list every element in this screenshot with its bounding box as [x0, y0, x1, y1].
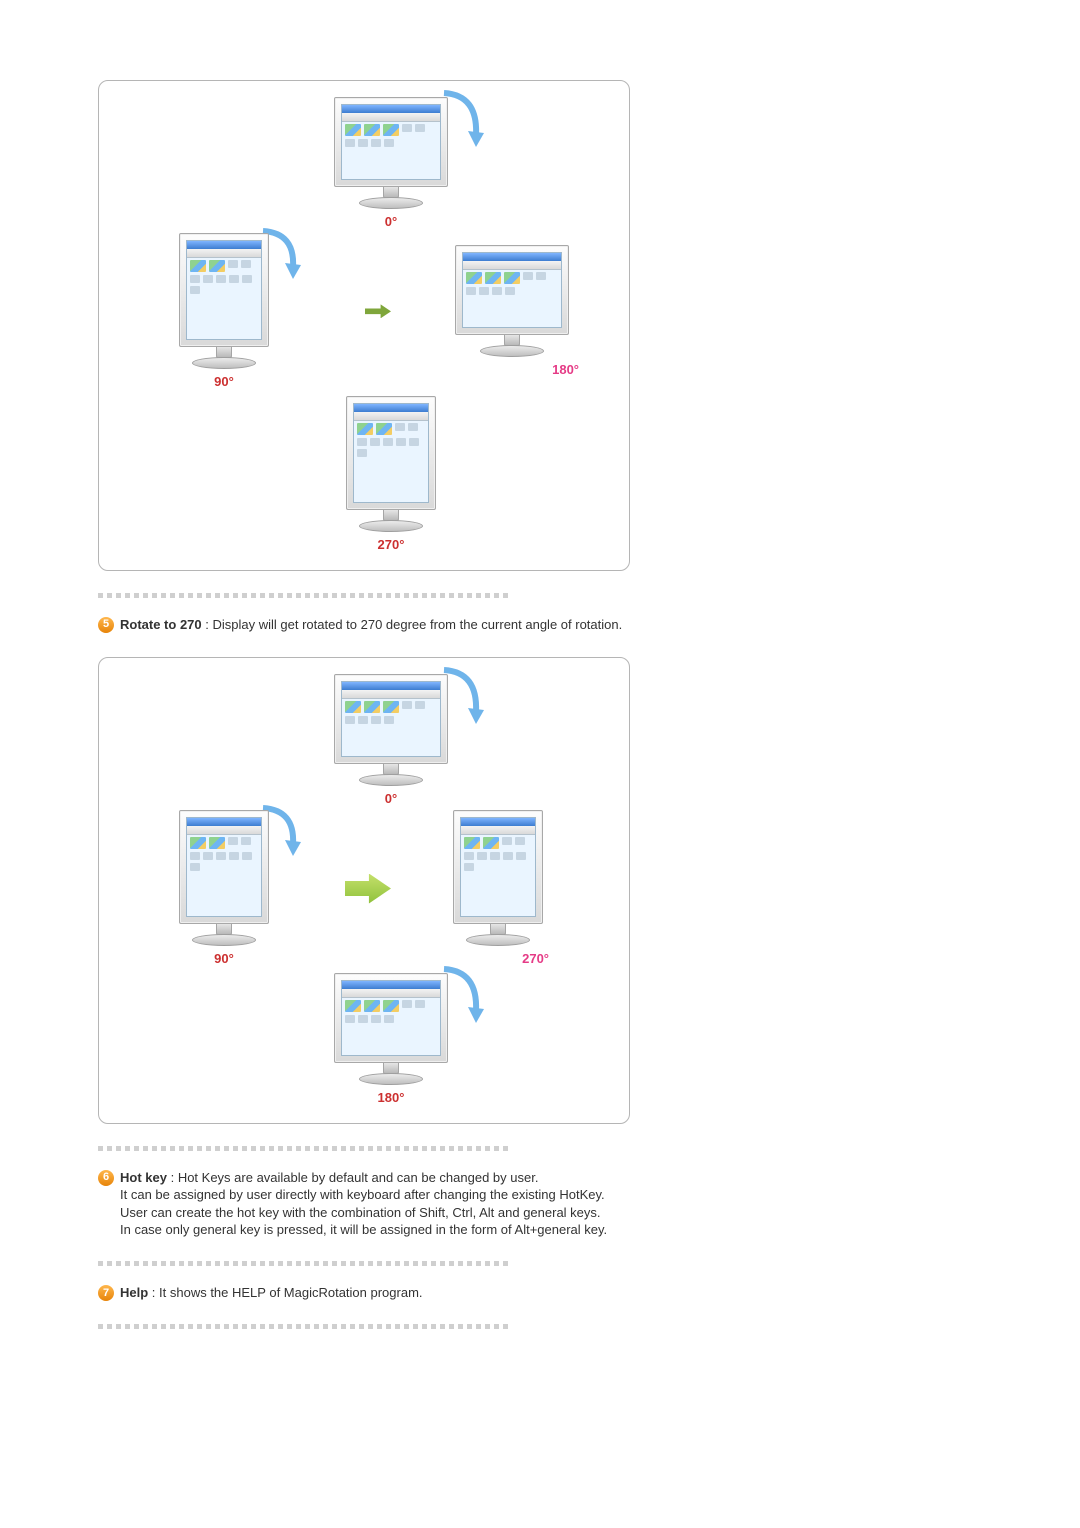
item-6-text: Hot key : Hot Keys are available by defa…	[120, 1169, 982, 1239]
item-6-line2: It can be assigned by user directly with…	[120, 1187, 605, 1202]
monitor-0deg	[334, 97, 448, 209]
angle-label-0: 0°	[385, 790, 397, 808]
angle-label-270: 270°	[378, 536, 405, 554]
document-page: 0° 90°	[0, 0, 1080, 1528]
bullet-number-7: 7	[98, 1285, 114, 1301]
item-7-desc: : It shows the HELP of MagicRotation pro…	[152, 1285, 423, 1300]
figure-rotate-180: 0° 90°	[98, 80, 630, 571]
separator-dots	[98, 1261, 982, 1266]
monitor-0deg	[334, 674, 448, 786]
item-7-text: Help : It shows the HELP of MagicRotatio…	[120, 1284, 982, 1302]
arrow-right-icon	[365, 304, 391, 318]
figure-rotate-270: 0° 90°	[98, 657, 630, 1124]
bullet-number-6: 6	[98, 1170, 114, 1186]
angle-label-90: 90°	[214, 373, 234, 391]
item-6-line4: In case only general key is pressed, it …	[120, 1222, 607, 1237]
monitor-90deg	[179, 233, 269, 369]
monitor-180deg	[334, 973, 448, 1085]
monitor-180deg	[455, 245, 569, 357]
item-5-desc: : Display will get rotated to 270 degree…	[205, 617, 622, 632]
item-5-title: Rotate to 270	[120, 617, 202, 632]
item-6-hot-key: 6 Hot key : Hot Keys are available by de…	[98, 1169, 982, 1239]
separator-dots	[98, 593, 982, 598]
monitor-270deg	[346, 396, 436, 532]
angle-label-180: 180°	[552, 361, 579, 379]
item-6-line1: : Hot Keys are available by default and …	[171, 1170, 539, 1185]
monitor-90deg	[179, 810, 269, 946]
item-7-help: 7 Help : It shows the HELP of MagicRotat…	[98, 1284, 982, 1302]
item-7-title: Help	[120, 1285, 148, 1300]
item-6-title: Hot key	[120, 1170, 167, 1185]
item-6-line3: User can create the hot key with the com…	[120, 1205, 601, 1220]
angle-label-90: 90°	[214, 950, 234, 968]
angle-label-270-result: 270°	[522, 950, 549, 968]
item-5-rotate-to-270: 5 Rotate to 270 : Display will get rotat…	[98, 616, 982, 634]
separator-dots	[98, 1324, 982, 1329]
item-5-text: Rotate to 270 : Display will get rotated…	[120, 616, 982, 634]
arrow-right-big-icon	[345, 874, 391, 904]
monitor-270deg-result	[453, 810, 543, 946]
angle-label-0: 0°	[385, 213, 397, 231]
angle-label-180: 180°	[378, 1089, 405, 1107]
separator-dots	[98, 1146, 982, 1151]
bullet-number-5: 5	[98, 617, 114, 633]
